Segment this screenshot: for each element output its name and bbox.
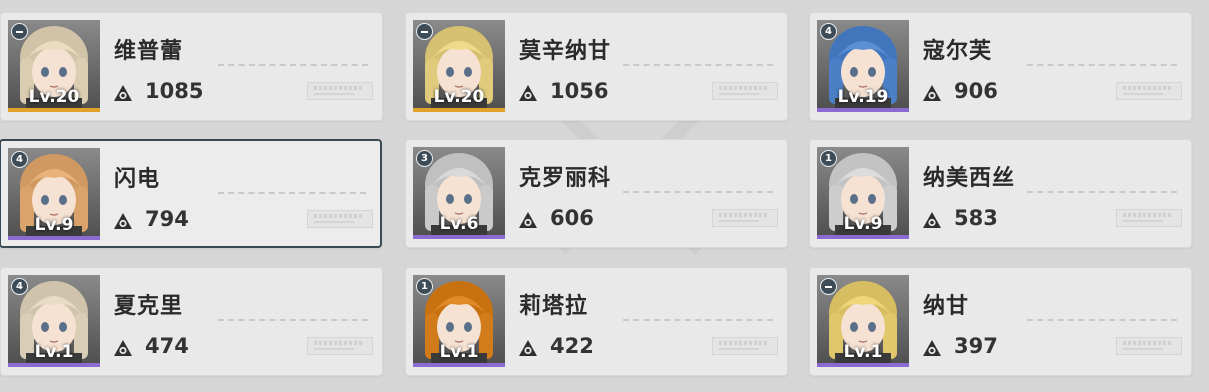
character-portrait: Lv.9 1 <box>817 147 909 239</box>
combat-power-value: 583 <box>954 206 998 230</box>
minus-badge-icon <box>11 23 28 40</box>
power-triangle-icon <box>114 340 132 356</box>
character-portrait: Lv.6 3 <box>413 147 505 239</box>
combat-power-value: 606 <box>550 206 594 230</box>
watermark-graphic <box>1116 82 1182 100</box>
dashed-divider <box>623 64 773 66</box>
watermark-graphic <box>1116 209 1182 227</box>
minus-icon <box>825 285 832 288</box>
character-name: 纳美西丝 <box>923 166 1016 191</box>
level-label: Lv.9 <box>34 215 74 235</box>
character-card[interactable]: Lv.9 4 闪电 794 <box>0 139 382 248</box>
combat-power-value: 474 <box>145 334 189 358</box>
character-card[interactable]: Lv.19 4 寇尔芙 906 <box>809 12 1192 121</box>
dashed-divider <box>1027 64 1177 66</box>
dashed-divider <box>218 64 368 66</box>
character-name: 寇尔芙 <box>923 39 993 64</box>
combat-power-value: 397 <box>954 334 998 358</box>
character-name: 克罗丽科 <box>519 166 612 191</box>
combat-power-value: 906 <box>954 79 998 103</box>
minus-icon <box>16 30 23 33</box>
character-name: 纳甘 <box>923 294 970 319</box>
dashed-divider <box>623 319 773 321</box>
watermark-graphic <box>712 82 778 100</box>
character-name: 夏克里 <box>114 294 184 319</box>
rank-badge: 4 <box>11 278 28 295</box>
rarity-bar <box>8 363 100 367</box>
character-card[interactable]: Lv.1 1 莉塔拉 422 <box>405 267 788 376</box>
power-triangle-icon <box>114 85 132 101</box>
combat-power-value: 1085 <box>145 79 204 103</box>
rank-badge: 4 <box>11 151 28 168</box>
rarity-bar <box>817 108 909 112</box>
power-triangle-icon <box>923 212 941 228</box>
character-card[interactable]: Lv.1 4 夏克里 474 <box>0 267 383 376</box>
watermark-graphic <box>307 82 373 100</box>
character-portrait: Lv.1 <box>817 275 909 367</box>
character-card[interactable]: Lv.9 1 纳美西丝 583 <box>809 139 1192 248</box>
character-card[interactable]: Lv.20 莫辛纳甘 1056 <box>405 12 788 121</box>
combat-power-value: 1056 <box>550 79 609 103</box>
watermark-graphic <box>712 209 778 227</box>
minus-badge-icon <box>416 23 433 40</box>
character-card[interactable]: Lv.6 3 克罗丽科 606 <box>405 139 788 248</box>
level-label: Lv.9 <box>843 214 883 234</box>
watermark-graphic <box>712 337 778 355</box>
level-label: Lv.1 <box>439 342 479 362</box>
character-card[interactable]: Lv.1 纳甘 397 <box>809 267 1192 376</box>
rarity-bar <box>413 363 505 367</box>
watermark-graphic <box>307 337 373 355</box>
watermark-graphic <box>307 210 373 228</box>
character-portrait: Lv.1 1 <box>413 275 505 367</box>
character-name: 闪电 <box>114 167 161 192</box>
dashed-divider <box>218 319 368 321</box>
rank-badge: 1 <box>416 278 433 295</box>
character-name: 维普蕾 <box>114 39 184 64</box>
minus-badge-icon <box>820 278 837 295</box>
level-label: Lv.1 <box>843 342 883 362</box>
dashed-divider <box>1027 191 1177 193</box>
rarity-bar <box>817 235 909 239</box>
dashed-divider <box>1027 319 1177 321</box>
character-card[interactable]: Lv.20 维普蕾 1085 <box>0 12 383 121</box>
character-portrait: Lv.1 4 <box>8 275 100 367</box>
watermark-graphic <box>1116 337 1182 355</box>
level-label: Lv.20 <box>28 87 80 107</box>
power-triangle-icon <box>519 85 537 101</box>
character-portrait: Lv.19 4 <box>817 20 909 112</box>
rank-badge: 1 <box>820 150 837 167</box>
power-triangle-icon <box>114 213 132 229</box>
rarity-bar <box>8 236 100 240</box>
dashed-divider <box>623 191 773 193</box>
power-triangle-icon <box>519 212 537 228</box>
level-label: Lv.20 <box>433 87 485 107</box>
character-name: 莉塔拉 <box>519 294 589 319</box>
level-label: Lv.19 <box>837 87 889 107</box>
rarity-bar <box>413 235 505 239</box>
power-triangle-icon <box>923 340 941 356</box>
rarity-bar <box>413 108 505 112</box>
character-portrait: Lv.20 <box>413 20 505 112</box>
rank-badge: 4 <box>820 23 837 40</box>
character-grid: Lv.20 维普蕾 1085 Lv.20 莫辛纳甘 1056 Lv.19 4 寇尔芙 906 Lv.… <box>0 0 1209 392</box>
rarity-bar <box>8 108 100 112</box>
combat-power-value: 422 <box>550 334 594 358</box>
level-label: Lv.6 <box>439 214 479 234</box>
character-portrait: Lv.20 <box>8 20 100 112</box>
dashed-divider <box>218 192 366 194</box>
level-label: Lv.1 <box>34 342 74 362</box>
rank-badge: 3 <box>416 150 433 167</box>
character-name: 莫辛纳甘 <box>519 39 612 64</box>
power-triangle-icon <box>923 85 941 101</box>
character-portrait: Lv.9 4 <box>8 148 100 240</box>
rarity-bar <box>817 363 909 367</box>
power-triangle-icon <box>519 340 537 356</box>
minus-icon <box>421 30 428 33</box>
combat-power-value: 794 <box>145 207 189 231</box>
